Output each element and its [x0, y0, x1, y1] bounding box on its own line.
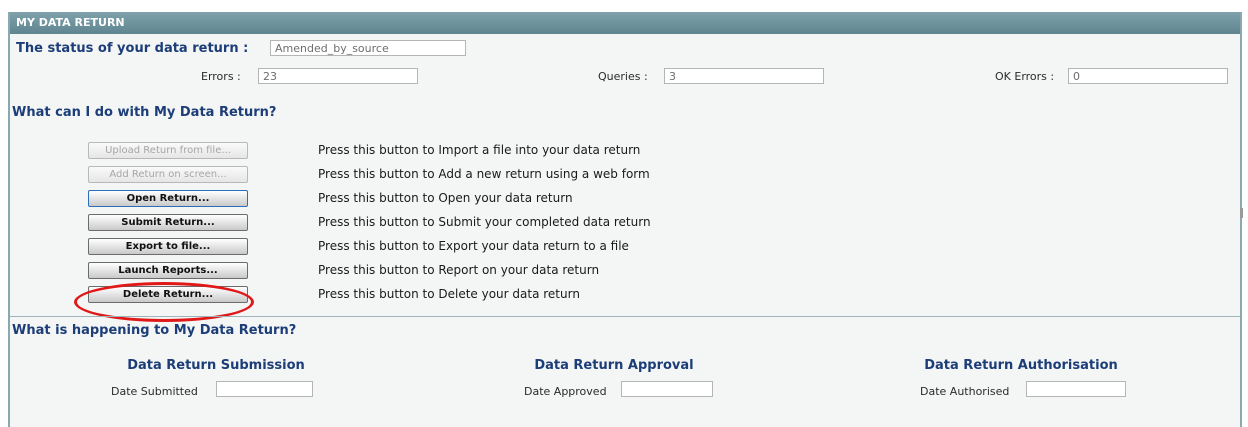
section-divider [10, 316, 1240, 317]
scrollbar-marker[interactable] [1240, 208, 1243, 218]
queries-label: Queries : [598, 70, 648, 83]
delete-return-button[interactable]: Delete Return... [88, 286, 248, 303]
open-return-button[interactable]: Open Return... [88, 190, 248, 207]
submission-title: Data Return Submission [127, 358, 305, 373]
upload-return-description: Press this button to Import a file into … [318, 143, 641, 157]
submit-return-button[interactable]: Submit Return... [88, 214, 248, 231]
errors-label: Errors : [201, 70, 241, 83]
launch-reports-description: Press this button to Report on your data… [318, 263, 600, 277]
queries-field[interactable] [664, 68, 824, 84]
date-approved-label: Date Approved [524, 385, 607, 398]
launch-reports-button[interactable]: Launch Reports... [88, 262, 248, 279]
export-to-file-description: Press this button to Export your data re… [318, 239, 629, 253]
date-authorised-field[interactable] [1026, 381, 1126, 397]
ok-errors-label: OK Errors : [995, 70, 1055, 83]
status-label: The status of your data return : [16, 41, 249, 56]
add-return-button[interactable]: Add Return on screen... [88, 166, 248, 183]
status-field[interactable] [270, 40, 466, 56]
errors-field[interactable] [258, 68, 418, 84]
submit-return-description: Press this button to Submit your complet… [318, 215, 651, 229]
panel-header: MY DATA RETURN [10, 12, 1240, 34]
data-return-panel: MY DATA RETURN The status of your data r… [8, 12, 1242, 427]
happening-section-title: What is happening to My Data Return? [12, 323, 297, 338]
add-return-description: Press this button to Add a new return us… [318, 167, 650, 181]
actions-section-title: What can I do with My Data Return? [12, 105, 277, 120]
authorisation-title: Data Return Authorisation [924, 358, 1118, 373]
export-to-file-button[interactable]: Export to file... [88, 238, 248, 255]
delete-return-description: Press this button to Delete your data re… [318, 287, 580, 301]
date-authorised-label: Date Authorised [920, 385, 1010, 398]
upload-return-button[interactable]: Upload Return from file... [88, 142, 248, 159]
date-submitted-field[interactable] [216, 381, 313, 397]
date-approved-field[interactable] [621, 381, 713, 397]
open-return-description: Press this button to Open your data retu… [318, 191, 573, 205]
approval-title: Data Return Approval [534, 358, 694, 373]
date-submitted-label: Date Submitted [111, 385, 198, 398]
ok-errors-field[interactable] [1068, 68, 1228, 84]
